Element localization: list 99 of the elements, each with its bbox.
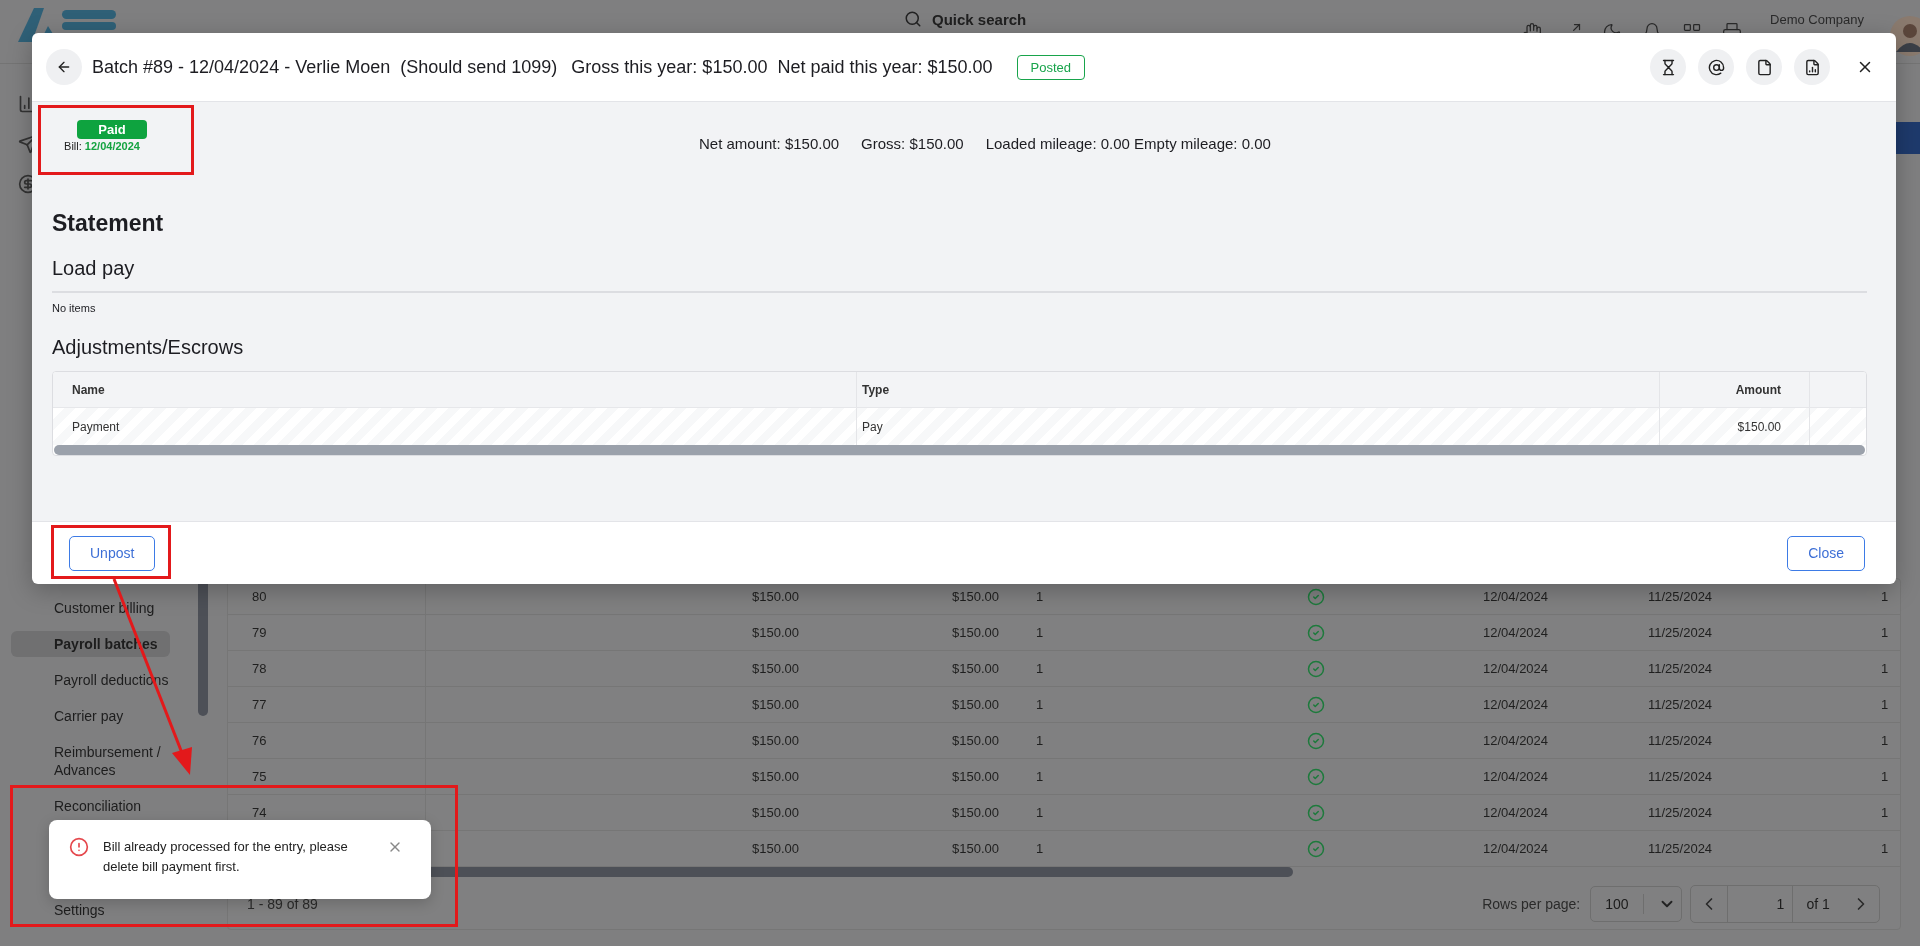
status-badge: Posted <box>1016 54 1086 80</box>
section-heading: Statement <box>52 210 165 237</box>
table-cell: 1 <box>1036 733 1044 748</box>
table-cell: 12/04/2024 <box>1483 733 1549 748</box>
table-cell: $150.00 <box>752 661 799 676</box>
table-cell: 75 <box>252 769 267 784</box>
document-button[interactable] <box>1746 49 1782 85</box>
table-cell: Pay <box>862 419 883 434</box>
table-cell: Payment <box>72 419 120 434</box>
table-cell: $150.00 <box>752 769 799 784</box>
search-label[interactable]: Quick search <box>932 10 1027 28</box>
table-cell: 1 <box>1036 625 1044 640</box>
hourglass-button[interactable] <box>1650 49 1686 85</box>
table-cell: $150.00 <box>1737 419 1781 434</box>
table-cell: $150.00 <box>752 841 799 856</box>
sidebar-item[interactable]: Carrier pay <box>11 703 170 729</box>
table-cell: $150.00 <box>952 697 999 712</box>
summary-text: Net amount: $150.00 <box>699 135 840 152</box>
page-count: of 1 <box>1805 895 1831 914</box>
table-cell: 1 <box>1036 697 1044 712</box>
modal-note: (Should send 1099) <box>400 56 558 78</box>
table-cell: 74 <box>252 805 267 820</box>
section-heading: Load pay <box>52 257 136 280</box>
table-cell: 77 <box>252 697 267 712</box>
table-cell: 11/25/2024 <box>1648 841 1713 856</box>
summary-text: Gross: $150.00 <box>861 135 964 152</box>
table-cell: $150.00 <box>752 805 799 820</box>
table-cell: 78 <box>252 661 267 676</box>
table-cell: 11/25/2024 <box>1648 661 1713 676</box>
email-button[interactable] <box>1698 49 1734 85</box>
table-cell: 1 <box>1036 769 1044 784</box>
sidebar-item[interactable]: Reimbursement / Advances <box>11 739 170 783</box>
table-cell: 11/25/2024 <box>1648 733 1713 748</box>
column-header: Amount <box>1735 382 1781 397</box>
unpost-button[interactable]: Unpost <box>69 535 156 571</box>
table-cell: $150.00 <box>952 589 999 604</box>
back-button[interactable] <box>46 49 82 85</box>
sidebar-item[interactable]: Reconciliation <box>11 793 170 819</box>
table-cell: $150.00 <box>952 841 999 856</box>
table-cell: 80 <box>252 589 267 604</box>
document-icon[interactable] <box>1755 58 1773 76</box>
table-cell: 1 <box>1036 589 1044 604</box>
table-cell: 12/04/2024 <box>1483 661 1549 676</box>
table-cell: $150.00 <box>752 625 799 640</box>
close-button[interactable]: Close <box>1787 535 1865 571</box>
table-cell: 12/04/2024 <box>1483 625 1549 640</box>
table-cell: $150.00 <box>952 769 999 784</box>
report-button[interactable] <box>1794 49 1830 85</box>
table-cell: 11/25/2024 <box>1648 769 1713 784</box>
scrollbar-thumb[interactable] <box>54 445 1865 455</box>
table-cell: 1 <box>1881 733 1889 748</box>
table-cell: 12/04/2024 <box>1483 697 1549 712</box>
paid-badge: Paid <box>77 120 147 139</box>
table-cell: $150.00 <box>752 697 799 712</box>
table-cell: 1 <box>1881 769 1889 784</box>
section-heading: Adjustments/Escrows <box>52 336 245 359</box>
table-cell: 1 <box>1036 805 1044 820</box>
table-cell: 1 <box>1881 625 1889 640</box>
table-cell: 1 <box>1036 661 1044 676</box>
column-header: Type <box>862 382 890 397</box>
at-sign-icon[interactable] <box>1707 58 1725 76</box>
table-cell: 1 <box>1881 697 1889 712</box>
chart-document-icon[interactable] <box>1803 58 1821 76</box>
table-cell: 12/04/2024 <box>1483 589 1549 604</box>
table-cell: 1 <box>1881 661 1889 676</box>
table-cell: $150.00 <box>952 625 999 640</box>
gross-this-year: Gross this year: $150.00 <box>571 56 768 78</box>
table-cell: 12/04/2024 <box>1483 769 1549 784</box>
table-cell: $150.00 <box>952 661 999 676</box>
table-cell: 1 <box>1036 841 1044 856</box>
search-icon[interactable] <box>904 10 922 28</box>
table-cell: $150.00 <box>952 733 999 748</box>
bill-date: Bill: 12/04/2024 <box>64 140 140 152</box>
modal-title: Batch #89 - 12/04/2024 - Verlie Moen <box>92 56 391 78</box>
rows-per-page-label: Rows per page: <box>1482 896 1581 912</box>
table-cell: 76 <box>252 733 267 748</box>
summary-text: Loaded mileage: 0.00 Empty mileage: 0.00 <box>985 135 1271 152</box>
table-cell: 11/25/2024 <box>1648 805 1713 820</box>
table-cell: $150.00 <box>952 805 999 820</box>
table-cell: $150.00 <box>752 589 799 604</box>
rows-per-page-select[interactable]: 100 <box>1590 886 1683 922</box>
table-cell: 12/04/2024 <box>1483 841 1549 856</box>
table-cell: 12/04/2024 <box>1483 805 1549 820</box>
back-icon[interactable] <box>56 59 72 75</box>
table-cell: 11/25/2024 <box>1648 589 1713 604</box>
table-cell: 1 <box>1881 805 1889 820</box>
company-name[interactable]: Demo Company <box>1770 12 1864 27</box>
table-cell: 11/25/2024 <box>1648 697 1713 712</box>
table-cell: 79 <box>252 625 267 640</box>
table-cell: 1 <box>1881 841 1889 856</box>
column-header: Name <box>72 382 105 397</box>
alert-icon <box>69 837 89 857</box>
toast-message: Bill already processed for the entry, please delete bill payment first. <box>103 838 349 876</box>
page-input[interactable]: 1 <box>1727 886 1794 922</box>
table-cell: 1 <box>1881 589 1889 604</box>
table-cell: $150.00 <box>752 733 799 748</box>
net-paid-this-year: Net paid this year: $150.00 <box>777 56 993 78</box>
empty-message: No items <box>52 302 97 314</box>
table-cell: 11/25/2024 <box>1648 625 1713 640</box>
